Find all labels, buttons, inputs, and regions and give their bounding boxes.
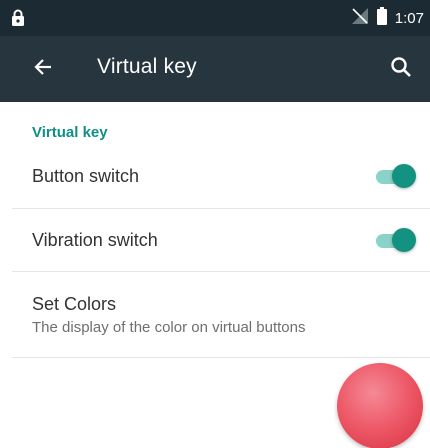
page-title: Virtual key bbox=[97, 55, 197, 78]
arrow-left-icon bbox=[33, 57, 53, 82]
lock-icon bbox=[10, 9, 26, 27]
category-header: Virtual key bbox=[32, 124, 108, 141]
back-button[interactable] bbox=[26, 52, 60, 86]
set-colors-row[interactable]: Set Colors The display of the color on v… bbox=[12, 272, 430, 358]
vibration-switch-row[interactable]: Vibration switch bbox=[12, 209, 430, 272]
switch-thumb bbox=[392, 228, 416, 252]
button-switch-label: Button switch bbox=[32, 166, 140, 186]
vibration-switch-toggle[interactable] bbox=[376, 227, 416, 253]
status-bar: 1:07 bbox=[0, 0, 430, 36]
search-button[interactable] bbox=[384, 52, 418, 86]
battery-icon bbox=[376, 6, 387, 30]
virtual-key-button[interactable] bbox=[337, 363, 423, 448]
vibration-switch-label: Vibration switch bbox=[32, 230, 158, 250]
button-switch-toggle[interactable] bbox=[376, 163, 416, 189]
status-time: 1:07 bbox=[394, 9, 424, 27]
no-signal-icon bbox=[351, 7, 369, 30]
set-colors-summary: The display of the color on virtual butt… bbox=[32, 319, 306, 336]
app-bar: Virtual key bbox=[0, 36, 430, 102]
search-icon bbox=[390, 56, 412, 83]
button-switch-row[interactable]: Button switch bbox=[12, 146, 430, 209]
switch-thumb bbox=[392, 164, 416, 188]
set-colors-label: Set Colors bbox=[32, 294, 117, 314]
